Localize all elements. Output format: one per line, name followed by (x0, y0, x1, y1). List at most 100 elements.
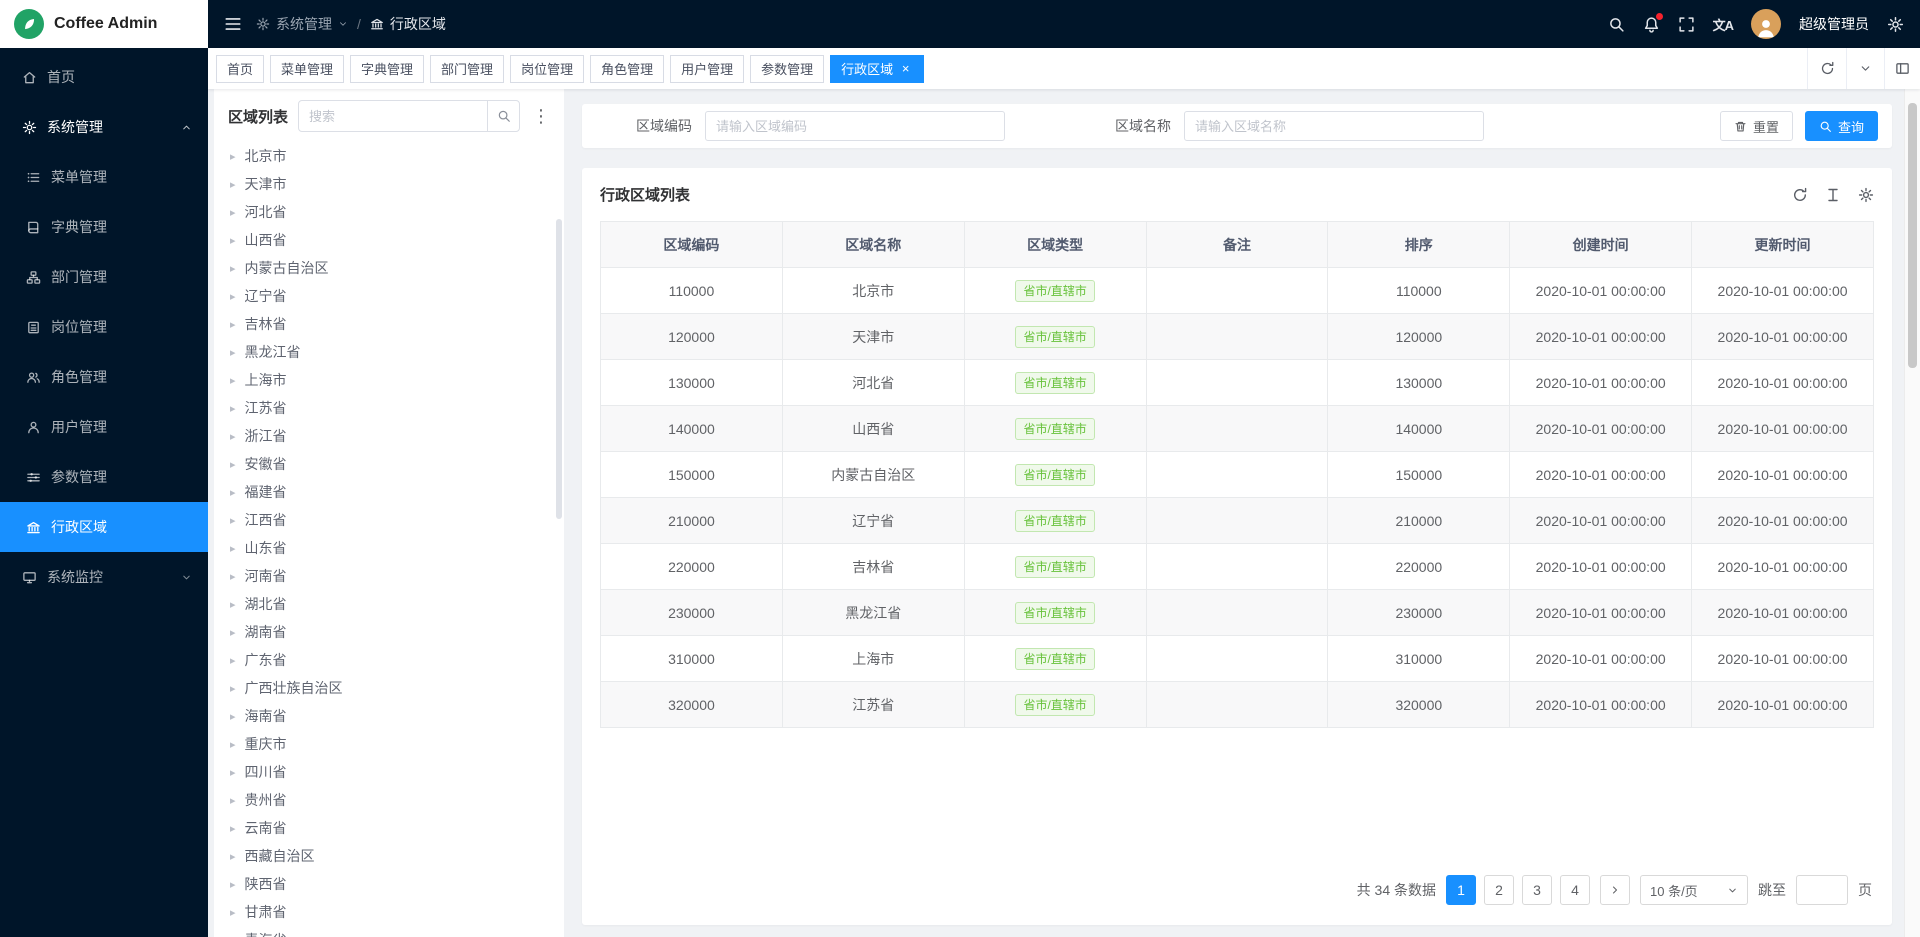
table-row[interactable]: 210000 辽宁省 省市/直辖市 210000 2020-10-01 00:0… (601, 498, 1874, 544)
sidebar-item-param-mgmt[interactable]: 参数管理 (0, 452, 208, 502)
caret-right-icon[interactable]: ▸ (230, 514, 236, 527)
tab[interactable]: 部门管理 × (430, 55, 504, 83)
current-user-name[interactable]: 超级管理员 (1799, 14, 1869, 34)
tree-item[interactable]: ▸ 安徽省 (214, 450, 564, 478)
tree-item[interactable]: ▸ 重庆市 (214, 730, 564, 758)
tree-item[interactable]: ▸ 黑龙江省 (214, 338, 564, 366)
tree-item[interactable]: ▸ 福建省 (214, 478, 564, 506)
filter-name-input[interactable] (1184, 111, 1484, 141)
tab[interactable]: 用户管理 × (670, 55, 744, 83)
table-row[interactable]: 110000 北京市 省市/直辖市 110000 2020-10-01 00:0… (601, 268, 1874, 314)
tab[interactable]: 首页 × (216, 55, 264, 83)
caret-right-icon[interactable]: ▸ (230, 486, 236, 499)
table-settings-gear-icon[interactable] (1858, 187, 1874, 203)
sidebar-item-role-mgmt[interactable]: 角色管理 (0, 352, 208, 402)
caret-right-icon[interactable]: ▸ (230, 570, 236, 583)
fullscreen-icon[interactable] (1678, 16, 1695, 33)
tree-item[interactable]: ▸ 四川省 (214, 758, 564, 786)
table-row[interactable]: 130000 河北省 省市/直辖市 130000 2020-10-01 00:0… (601, 360, 1874, 406)
tree-item[interactable]: ▸ 北京市 (214, 142, 564, 170)
tree-item[interactable]: ▸ 海南省 (214, 702, 564, 730)
refresh-icon[interactable] (1808, 48, 1846, 89)
tree-search-icon[interactable] (487, 101, 519, 131)
filter-code-input[interactable] (705, 111, 1005, 141)
caret-right-icon[interactable]: ▸ (230, 290, 236, 303)
sidebar-item-user-mgmt[interactable]: 用户管理 (0, 402, 208, 452)
caret-right-icon[interactable]: ▸ (230, 150, 236, 163)
tab[interactable]: 岗位管理 × (510, 55, 584, 83)
tree-item[interactable]: ▸ 广西壮族自治区 (214, 674, 564, 702)
translate-icon[interactable]: 文A (1713, 15, 1733, 34)
tree-item[interactable]: ▸ 上海市 (214, 366, 564, 394)
caret-right-icon[interactable]: ▸ (230, 402, 236, 415)
table-row[interactable]: 120000 天津市 省市/直辖市 120000 2020-10-01 00:0… (601, 314, 1874, 360)
caret-right-icon[interactable]: ▸ (230, 458, 236, 471)
caret-right-icon[interactable]: ▸ (230, 710, 236, 723)
page-number-button[interactable]: 3 (1522, 875, 1552, 905)
tree-item[interactable]: ▸ 江西省 (214, 506, 564, 534)
caret-right-icon[interactable]: ▸ (230, 878, 236, 891)
tree-item[interactable]: ▸ 陕西省 (214, 870, 564, 898)
tree-item[interactable]: ▸ 江苏省 (214, 394, 564, 422)
tab[interactable]: 角色管理 × (590, 55, 664, 83)
jump-page-input[interactable] (1796, 875, 1848, 905)
layout-settings-icon[interactable] (1884, 48, 1920, 89)
refresh-icon[interactable] (1792, 187, 1808, 203)
page-size-select[interactable]: 10 条/页 (1640, 875, 1748, 905)
caret-right-icon[interactable]: ▸ (230, 682, 236, 695)
tree-item[interactable]: ▸ 山西省 (214, 226, 564, 254)
caret-right-icon[interactable]: ▸ (230, 850, 236, 863)
table-row[interactable]: 220000 吉林省 省市/直辖市 220000 2020-10-01 00:0… (601, 544, 1874, 590)
caret-right-icon[interactable]: ▸ (230, 234, 236, 247)
more-options-icon[interactable]: ⋮ (530, 107, 552, 125)
next-page-button[interactable] (1600, 875, 1630, 905)
tree-scrollbar-thumb[interactable] (556, 219, 562, 519)
caret-right-icon[interactable]: ▸ (230, 206, 236, 219)
tab[interactable]: 行政区域 × (830, 55, 924, 83)
tree-item[interactable]: ▸ 吉林省 (214, 310, 564, 338)
tree-item[interactable]: ▸ 甘肃省 (214, 898, 564, 926)
search-icon[interactable] (1608, 16, 1625, 33)
caret-right-icon[interactable]: ▸ (230, 822, 236, 835)
page-number-button[interactable]: 2 (1484, 875, 1514, 905)
sidebar-item-menu-mgmt[interactable]: 菜单管理 (0, 152, 208, 202)
sidebar-item-dept-mgmt[interactable]: 部门管理 (0, 252, 208, 302)
sidebar-item-system[interactable]: 系统管理 (0, 102, 208, 152)
caret-right-icon[interactable]: ▸ (230, 598, 236, 611)
table-row[interactable]: 140000 山西省 省市/直辖市 140000 2020-10-01 00:0… (601, 406, 1874, 452)
caret-right-icon[interactable]: ▸ (230, 374, 236, 387)
reset-button[interactable]: 重置 (1720, 111, 1793, 141)
sidebar-item-dict-mgmt[interactable]: 字典管理 (0, 202, 208, 252)
column-size-icon[interactable] (1825, 187, 1841, 203)
sidebar-item-post-mgmt[interactable]: 岗位管理 (0, 302, 208, 352)
tree-item[interactable]: ▸ 湖北省 (214, 590, 564, 618)
caret-right-icon[interactable]: ▸ (230, 262, 236, 275)
avatar[interactable] (1751, 9, 1781, 39)
search-button[interactable]: 查询 (1805, 111, 1878, 141)
caret-right-icon[interactable]: ▸ (230, 430, 236, 443)
caret-right-icon[interactable]: ▸ (230, 318, 236, 331)
breadcrumb-parent[interactable]: 系统管理 (256, 14, 348, 34)
sidebar-toggle-icon[interactable] (224, 15, 242, 33)
tabs-menu-chevron-icon[interactable] (1846, 48, 1884, 89)
settings-gear-icon[interactable] (1887, 16, 1904, 33)
caret-right-icon[interactable]: ▸ (230, 626, 236, 639)
notification-bell-icon[interactable] (1643, 16, 1660, 33)
tree-item[interactable]: ▸ 贵州省 (214, 786, 564, 814)
tree-item[interactable]: ▸ 青海省 (214, 926, 564, 937)
tree-item[interactable]: ▸ 辽宁省 (214, 282, 564, 310)
tree-item[interactable]: ▸ 广东省 (214, 646, 564, 674)
caret-right-icon[interactable]: ▸ (230, 542, 236, 555)
sidebar-item-home[interactable]: 首页 (0, 52, 208, 102)
caret-right-icon[interactable]: ▸ (230, 346, 236, 359)
tab[interactable]: 菜单管理 × (270, 55, 344, 83)
caret-right-icon[interactable]: ▸ (230, 654, 236, 667)
tab[interactable]: 字典管理 × (350, 55, 424, 83)
caret-right-icon[interactable]: ▸ (230, 794, 236, 807)
caret-right-icon[interactable]: ▸ (230, 738, 236, 751)
caret-right-icon[interactable]: ▸ (230, 766, 236, 779)
tree-item[interactable]: ▸ 山东省 (214, 534, 564, 562)
tree-item[interactable]: ▸ 湖南省 (214, 618, 564, 646)
table-row[interactable]: 310000 上海市 省市/直辖市 310000 2020-10-01 00:0… (601, 636, 1874, 682)
table-row[interactable]: 150000 内蒙古自治区 省市/直辖市 150000 2020-10-01 0… (601, 452, 1874, 498)
